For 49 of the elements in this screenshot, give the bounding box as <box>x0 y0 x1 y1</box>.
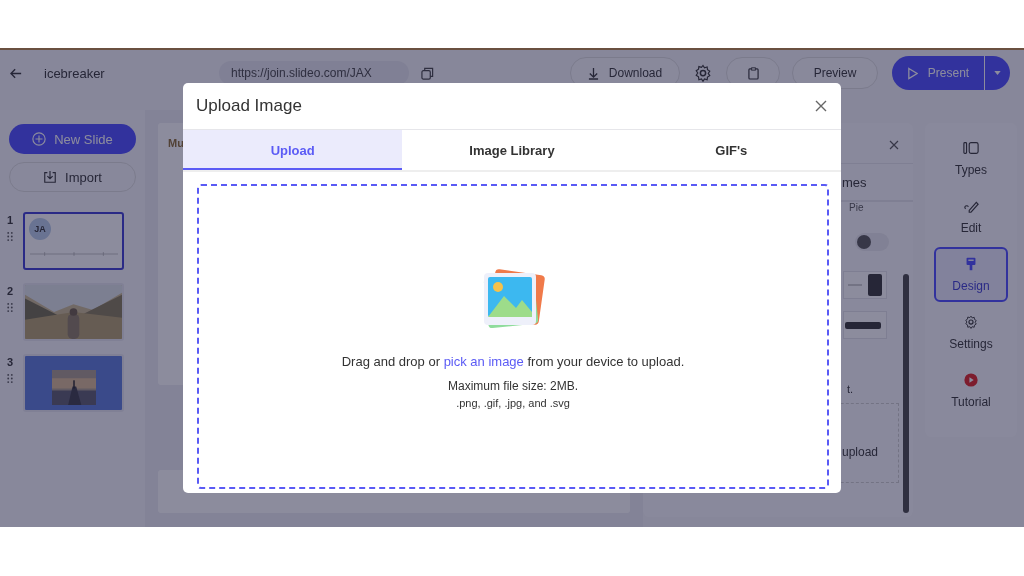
close-icon[interactable] <box>815 100 827 112</box>
slide-number: 1 <box>7 214 15 226</box>
back-arrow-icon[interactable] <box>10 67 22 79</box>
instruction-text: Drag and drop or pick an image from your device to upload. <box>341 354 685 369</box>
formats-text: .png, .gif, .jpg, and .svg <box>456 397 570 409</box>
present-button[interactable]: Present <box>892 56 984 90</box>
present-options-button[interactable] <box>984 56 1010 90</box>
slide-title: Mu <box>168 137 184 149</box>
panel-tab[interactable]: mes <box>842 174 867 190</box>
url-field[interactable]: https://join.slideo.com/JAX <box>219 61 409 85</box>
play-icon <box>963 372 979 387</box>
import-icon <box>43 170 58 184</box>
settings-icon <box>963 314 979 329</box>
settings-icon[interactable] <box>694 64 712 82</box>
layout-icon <box>963 140 979 155</box>
layout-option[interactable] <box>843 271 887 299</box>
slide-thumbnail[interactable]: JA <box>23 212 124 270</box>
toggle-switch[interactable] <box>855 233 889 251</box>
preview-button[interactable]: Preview <box>792 57 878 89</box>
new-slide-button[interactable]: New Slide <box>9 124 136 154</box>
drag-handle-icon[interactable] <box>7 232 13 241</box>
rail-tab[interactable]: Edit <box>934 189 1008 244</box>
caret-icon <box>994 71 1001 75</box>
rail-tab[interactable]: Design <box>934 247 1008 302</box>
pick-image-link[interactable]: pick an image <box>443 354 524 369</box>
drag-handle-icon[interactable] <box>7 303 13 312</box>
dialog-tab[interactable]: Upload <box>183 130 403 170</box>
rail-tab[interactable]: Settings <box>934 305 1008 360</box>
slide-number: 3 <box>7 356 15 368</box>
drag-handle-icon[interactable] <box>7 374 13 383</box>
presentation-title: icebreaker <box>44 65 106 81</box>
rail-tab[interactable]: Types <box>934 131 1008 186</box>
panel-note: t. <box>847 383 854 395</box>
download-icon <box>587 66 599 80</box>
plus-icon <box>32 132 47 146</box>
dialog-title: Upload Image <box>196 96 302 116</box>
slide-thumbnail[interactable] <box>23 354 124 412</box>
slide-number: 2 <box>7 285 15 297</box>
max-size-text: Maximum file size: 2MB. <box>448 379 578 393</box>
clipboard-icon <box>747 66 759 80</box>
drop-zone[interactable]: Drag and drop or pick an image from your device to upload. Maximum file size: 2MB. .png, .gif, .jpg, and .svg <box>197 184 829 489</box>
play-icon <box>906 66 918 80</box>
import-button[interactable]: Import <box>9 162 136 192</box>
close-icon[interactable] <box>889 140 899 150</box>
chart-type-label: Pie <box>848 202 864 213</box>
rail-tab[interactable]: Tutorial <box>934 363 1008 418</box>
copy-icon[interactable] <box>421 66 434 80</box>
avatar: JA <box>29 218 51 240</box>
layout-option[interactable] <box>843 311 887 339</box>
